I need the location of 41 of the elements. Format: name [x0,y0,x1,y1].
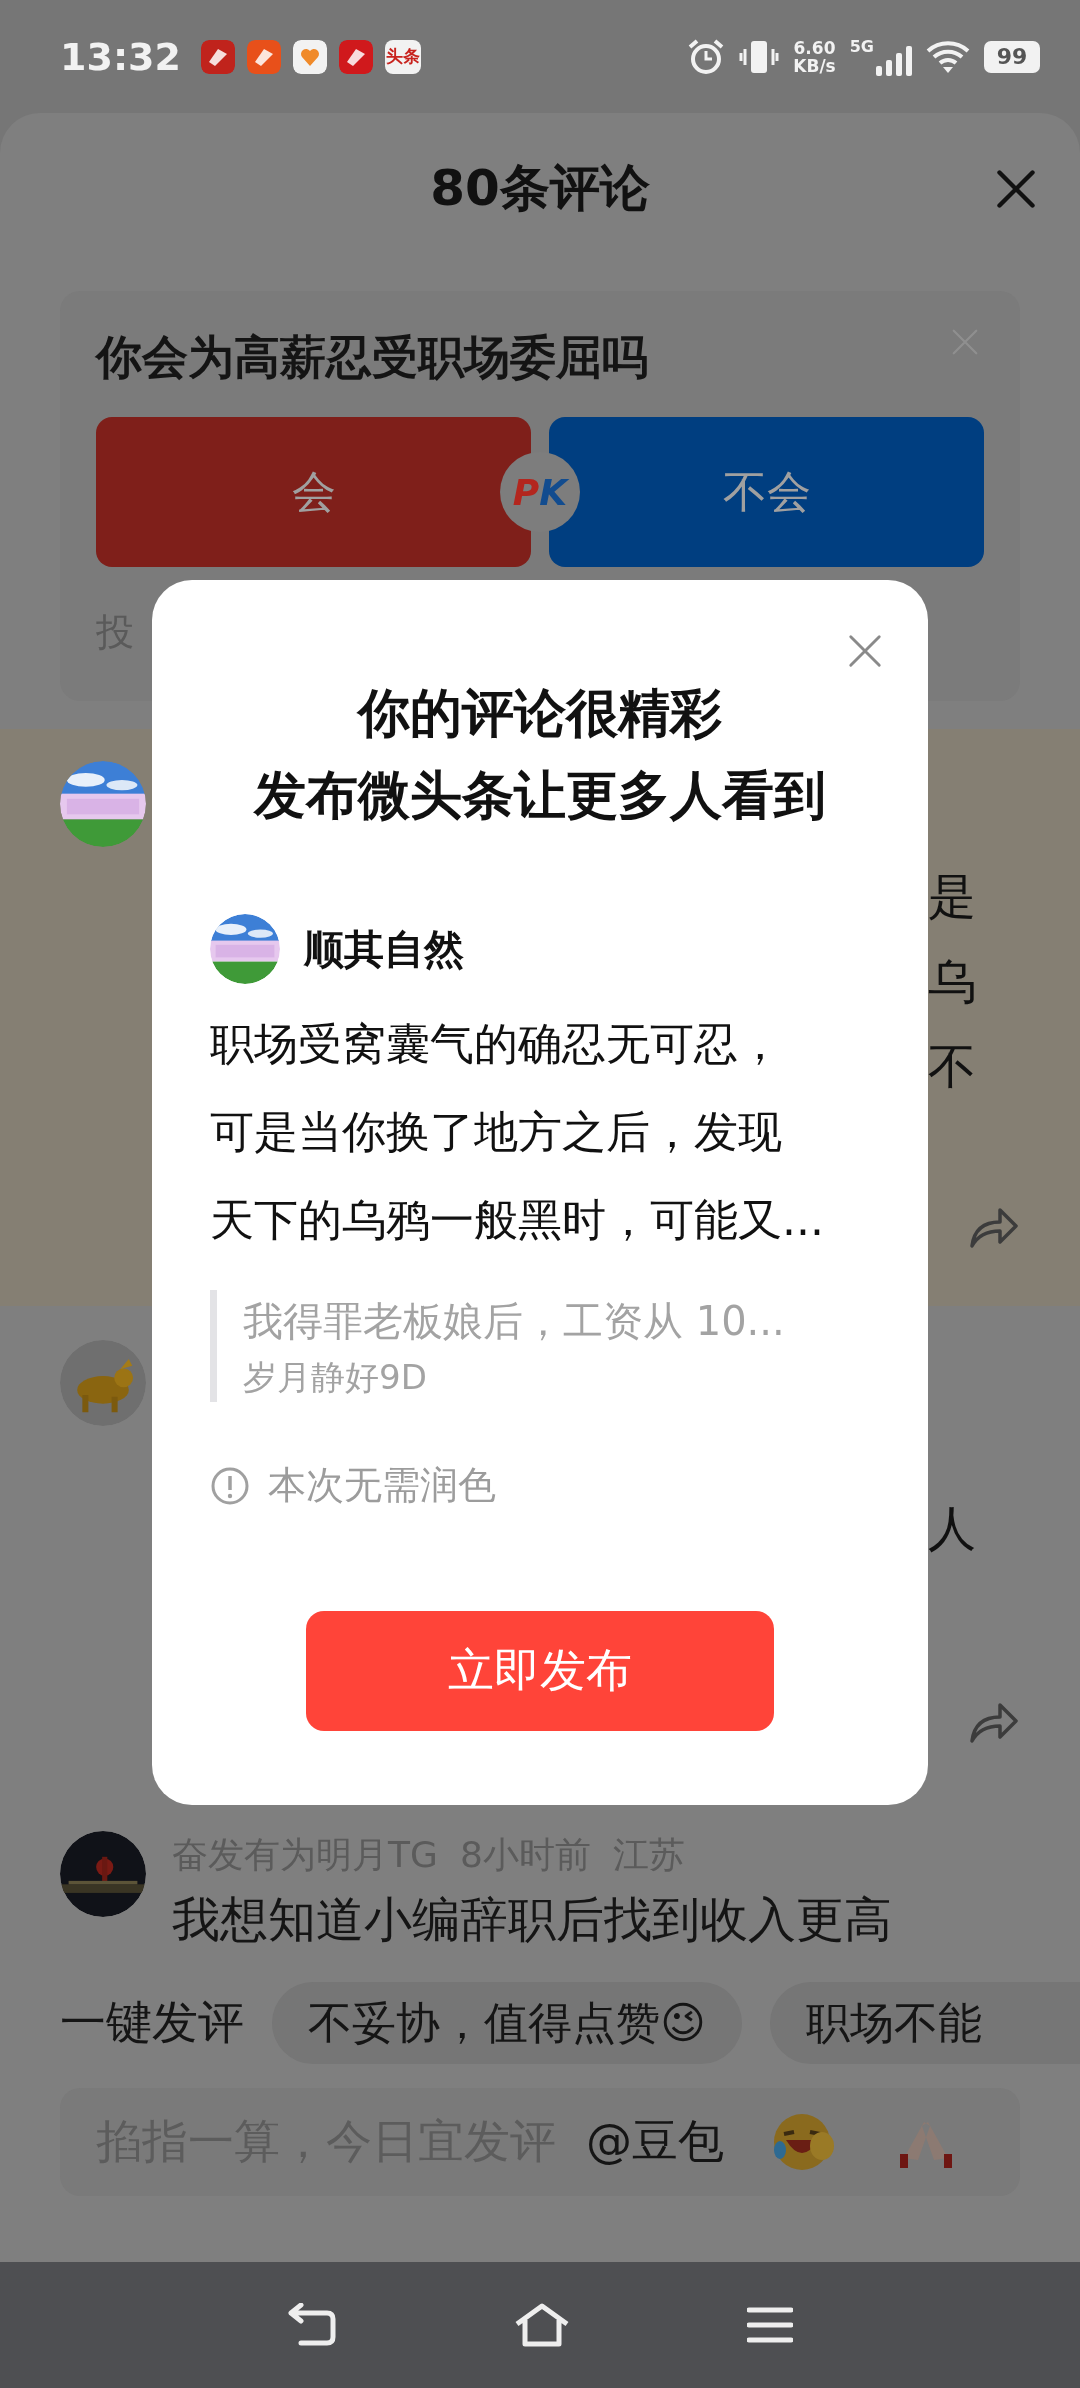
signal-icon [876,44,912,76]
quick-reply-label: 一键发评 [60,1994,244,2051]
comment-text: 不 [928,1037,976,1096]
app-notification-icon [246,39,281,74]
comment-text: 人 [928,1499,976,1558]
vibrate-icon [739,38,780,75]
author-name: 顺其自然 [304,924,464,974]
close-icon[interactable] [846,632,884,670]
clock-time: 13:32 [60,34,181,79]
dialog-title: 你的评论很精彩 [358,682,722,745]
network-speed: 6.60 [793,38,836,57]
battery-level: 99 [984,40,1040,73]
info-icon [210,1465,250,1506]
app-notification-icon [200,39,235,74]
wifi-icon [926,39,970,74]
comment-text: 天下的乌鸦一般黑时，可能又... [210,1193,825,1247]
app-notification-icon [292,39,327,74]
home-icon[interactable] [513,2302,571,2348]
reply-chip[interactable]: 不妥协，值得点赞😉 [272,1982,742,2064]
quoted-text: 我得罪老板娘后，工资从 10... [243,1297,786,1346]
menu-icon[interactable] [747,2306,793,2344]
dialog-title: 发布微头条让更多人看到 [254,764,826,827]
comment-text: 职场受窝囊气的确忍无可忍， [210,1017,783,1071]
app-notification-icon [338,39,373,74]
publish-button[interactable]: 立即发布 [306,1611,774,1731]
network-type: 5G [849,37,874,56]
comment-text: 我想知道小编辞职后找到收入更高 [172,1890,892,1949]
app-notification-icon: 头条 [384,39,421,74]
comments-title: 80条评论 [430,157,650,219]
reply-chip[interactable]: 职场不能 [769,1982,1080,2064]
poll-question: 你会为高薪忍受职场委屈吗 [96,329,649,386]
notice-text: 本次无需润色 [268,1462,496,1509]
comment-text: 可是当你换了地方之后，发现 [210,1105,783,1159]
mention-link[interactable]: @豆包 [586,2111,724,2173]
comment-text: 乌 [928,952,976,1011]
close-icon[interactable] [994,167,1038,211]
quoted-author: 岁月静好9D [243,1356,428,1399]
speed-unit: KB/s [793,56,836,75]
comment-text: 是 [928,867,976,926]
back-icon[interactable] [287,2303,337,2347]
alarm-icon [687,37,726,76]
